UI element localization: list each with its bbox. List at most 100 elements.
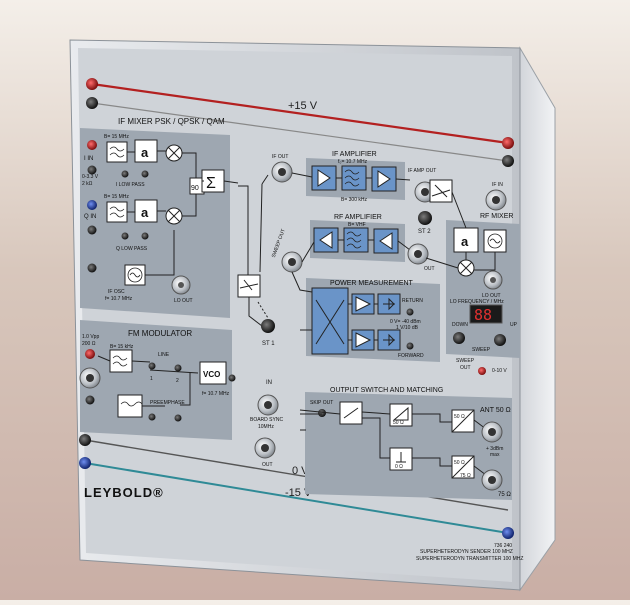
svg-text:RETURN: RETURN [402,298,423,304]
i-in-jack[interactable] [87,140,97,150]
svg-text:ST 2: ST 2 [418,229,431,235]
line-2[interactable] [174,364,182,372]
i-lowpass-2[interactable] [141,170,149,178]
svg-text:OUT: OUT [262,462,273,468]
product-name-de: SUPERHETERODYN SENDER 100 MHZ [420,549,513,555]
svg-text:max: max [490,452,500,458]
return-jack[interactable] [406,308,414,316]
preemph-2[interactable] [174,414,182,422]
fm-modulator-title: FM MODULATOR [128,329,192,338]
q-in-jack[interactable] [87,200,97,210]
lo-frequency-digits: 88 [474,306,492,324]
svg-text:75 Ω: 75 Ω [460,473,471,479]
trainer-board-scene: +15 V 0 V -15 V IF MIXER PSK / QPSK / QA… [69,39,556,592]
rf-bandpass [343,227,369,253]
leybold-logo: LEYBOLD® [84,485,164,500]
svg-text:f= 10.7 MHz: f= 10.7 MHz [202,391,230,397]
board-side [519,46,556,592]
down-button[interactable] [453,332,465,344]
svg-text:50 Ω: 50 Ω [454,460,465,466]
ant-50-label: ANT 50 Ω [480,407,511,414]
rf-mixer-title: RF MIXER [480,213,513,220]
svg-text:a: a [141,205,149,220]
rail-plus15-label: +15 V [288,100,318,112]
svg-text:90: 90 [191,185,199,192]
i-in-gnd[interactable] [87,165,97,175]
svg-text:VCO: VCO [203,370,220,379]
svg-text:OUT: OUT [424,266,435,272]
svg-text:ST 1: ST 1 [262,341,275,347]
svg-text:a: a [461,234,469,249]
svg-text:LINE: LINE [158,352,170,358]
up-button[interactable] [494,334,506,346]
if-mixer-lo-out: LO OUT [174,298,193,304]
svg-text:DOWN: DOWN [452,322,468,328]
svg-text:10MHz: 10MHz [258,424,274,430]
power-measurement-section: POWER MEASUREMENT RETURN 0 V= -40 dBm 1 … [291,271,440,362]
svg-text:75 Ω: 75 Ω [498,492,511,498]
sweep-out-jack[interactable] [478,367,486,375]
svg-text:200 Ω: 200 Ω [82,341,96,347]
fm-modulator-section: FM MODULATOR 1.0 Vpp 200 Ω B= 15 kHz LIN… [79,320,236,440]
if-bandpass [341,165,367,191]
svg-text:B= 15 kHz: B= 15 kHz [110,344,134,350]
if-osc-freq: f= 10.7 MHz [105,296,133,302]
vco-out[interactable] [228,374,236,382]
if-mixer-gnd[interactable] [87,263,97,273]
svg-text:LO FREQUENCY / MHz: LO FREQUENCY / MHz [450,299,504,305]
jack-gnd-bottom-left[interactable] [79,434,91,446]
svg-text:UP: UP [510,322,518,328]
skip-out-jack[interactable] [318,409,326,417]
forward-jack[interactable] [406,342,414,350]
if-osc-label: IF OSC [108,289,125,295]
svg-text:BOARD SYNC: BOARD SYNC [250,417,283,423]
svg-text:1 V/10 dB: 1 V/10 dB [396,325,419,331]
product-name-en: SUPERHETERODYN TRANSMITTER 100 MHZ [416,556,523,562]
if-mixer-range: 0-3.3 V [82,174,99,180]
svg-text:B= VHF: B= VHF [348,222,366,228]
svg-text:1.0 Vpp: 1.0 Vpp [82,334,99,340]
svg-text:0 Ω: 0 Ω [395,464,403,470]
jack-plus15-left[interactable] [86,78,98,90]
svg-text:f₀= 10.7 MHz: f₀= 10.7 MHz [338,159,368,165]
jack-minus15-left[interactable] [79,457,91,469]
jack-minus15-right[interactable] [502,527,514,539]
svg-text:2: 2 [176,378,179,384]
fm-lowpass-filter [109,349,133,373]
q-lowpass-2[interactable] [141,232,149,240]
directional-coupler [311,287,349,355]
svg-text:IF OUT: IF OUT [272,154,288,160]
q-lowpass-1[interactable] [121,232,129,240]
svg-text:50 Ω: 50 Ω [393,420,404,426]
if-mixer-b-bottom: B= 15 MHz [104,194,129,200]
svg-text:IF AMP OUT: IF AMP OUT [408,168,436,174]
svg-text:SKIP OUT: SKIP OUT [310,400,333,406]
svg-text:SWEEP: SWEEP [472,347,491,353]
jack-gnd-top-left[interactable] [86,97,98,109]
fm-in-jack[interactable] [85,349,95,359]
output-switch-section: OUTPUT SWITCH AND MATCHING SKIP OUT 50 Ω… [299,387,512,500]
fm-gnd[interactable] [85,395,95,405]
if-mixer-i-low-pass: I LOW PASS [116,182,145,188]
jack-plus15-right[interactable] [502,137,514,149]
rf-amplifier-title: RF AMPLIFIER [334,214,382,221]
svg-text:50 Ω: 50 Ω [454,414,465,420]
svg-text:OUT: OUT [460,365,471,371]
st1-button[interactable] [261,319,275,333]
st2-button[interactable] [418,211,432,225]
jack-gnd-top-right[interactable] [502,155,514,167]
line-1[interactable] [148,362,156,370]
power-measurement-title: POWER MEASUREMENT [330,280,414,287]
svg-text:B= 300 kHz: B= 300 kHz [341,197,367,203]
q-in-gnd[interactable] [87,225,97,235]
svg-text:1: 1 [150,376,153,382]
svg-text:a: a [141,145,149,160]
i-lowpass-1[interactable] [121,170,129,178]
svg-text:IF IN: IF IN [492,182,503,188]
if-mixer-q-in: Q IN [84,214,96,220]
if-amplifier-title: IF AMPLIFIER [332,151,377,158]
preemph-1[interactable] [148,413,156,421]
if-mixer-section: IF MIXER PSK / QPSK / QAM I IN Q IN B= 1… [80,117,239,318]
if-mixer-i-in: I IN [84,156,93,162]
q-lowpass-filter [106,201,128,223]
